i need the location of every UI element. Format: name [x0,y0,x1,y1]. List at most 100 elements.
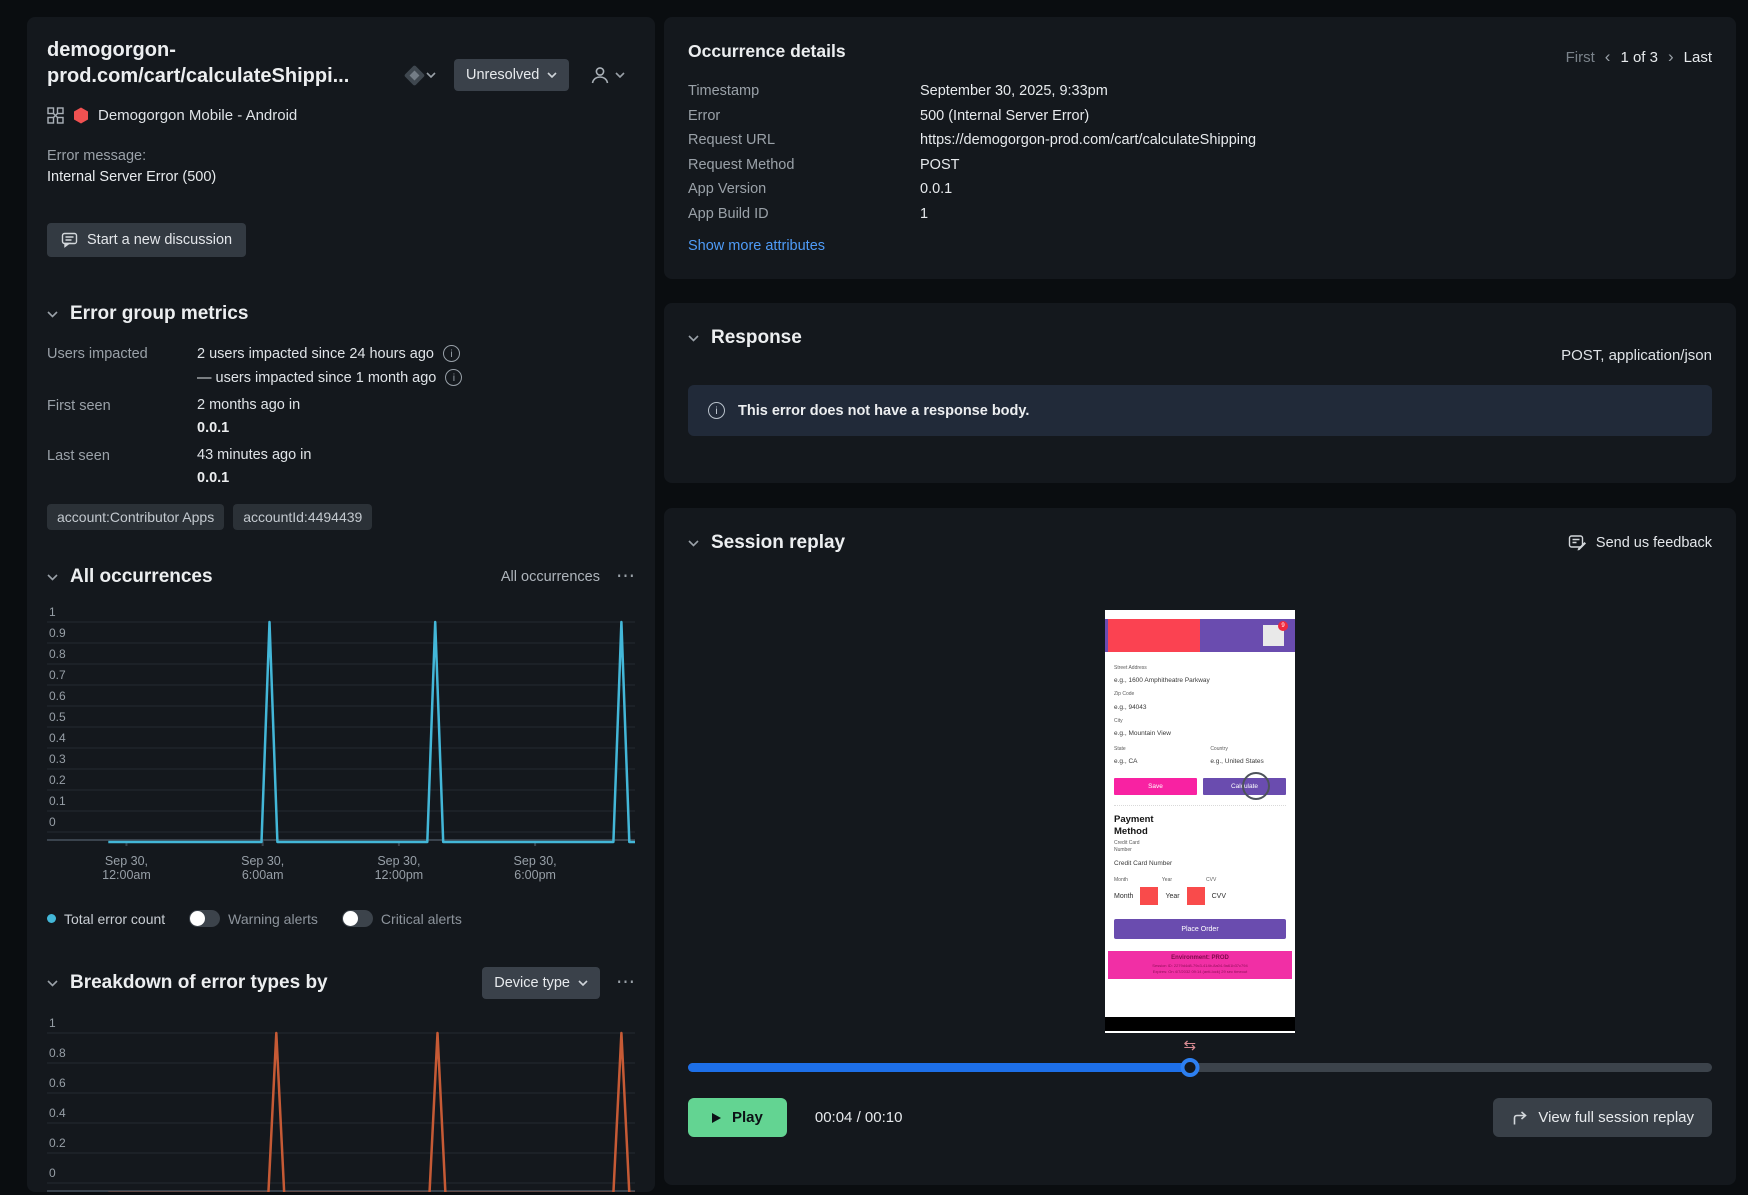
zip-input: e.g., 94043 [1114,703,1147,711]
show-more-attributes-link[interactable]: Show more attributes [688,238,825,254]
feedback-icon [1568,535,1586,551]
users-impacted-label: Users impacted [47,346,148,362]
country-input: e.g., United States [1210,758,1264,765]
svg-text:0.8: 0.8 [49,1046,66,1060]
phone-env-footer: Environment: PROD Session ID: 2279d4d8-7… [1108,951,1292,980]
svg-text:1: 1 [49,606,56,619]
street-label: Street Address [1114,665,1147,671]
response-card: Response POST, application/json i This e… [664,303,1736,483]
last-seen-version: 0.0.1 [197,470,230,486]
project-row: Demogorgon Mobile - Android [47,107,635,124]
session-replay-heading: Session replay [711,532,846,553]
phone-nav-bar [1105,1017,1295,1031]
svg-text:0.9: 0.9 [49,626,66,640]
last-seen-label: Last seen [47,448,110,464]
device-type-dropdown[interactable]: Device type [482,967,600,999]
more-options-icon[interactable]: ⋯ [616,973,635,992]
session-replay-card: Session replay Send us feedback 9 Street… [664,508,1736,1185]
assignee-dropdown[interactable] [589,64,625,86]
start-discussion-button[interactable]: Start a new discussion [47,223,247,257]
pagination-first[interactable]: First [1566,49,1595,66]
scrubber-thumb[interactable] [1180,1058,1200,1077]
svg-text:0.3: 0.3 [49,752,66,766]
info-icon[interactable]: i [442,345,460,362]
play-button[interactable]: Play [688,1098,787,1137]
attr-label: App Build ID [688,205,769,222]
svg-text:0.2: 0.2 [49,773,66,787]
attr-value: September 30, 2025, 9:33pm [920,83,1108,99]
chevron-down-icon [615,72,625,78]
replay-scrubber[interactable] [688,1058,1712,1077]
attr-value: 1 [920,205,929,222]
occurrence-pagination: First ‹ 1 of 3 › Last [1566,47,1712,67]
warning-alerts-toggle[interactable] [189,910,221,927]
collapse-chevron-icon[interactable] [47,979,58,987]
environment-label: Environment: PROD [1171,955,1229,962]
attr-value: https://demogorgon-prod.com/cart/calcula… [920,132,1257,148]
tag-account[interactable]: account:Contributor Apps [47,504,225,530]
occurrence-details-card: Occurrence details First ‹ 1 of 3 › Last… [664,17,1736,279]
collapse-chevron-icon[interactable] [47,310,58,318]
svg-text:Sep 30,6:00pm: Sep 30, 6:00pm [514,854,557,882]
street-input: e.g., 1600 Amphitheatre Parkway [1114,677,1210,685]
tag-account-id[interactable]: accountId:4494439 [233,504,373,530]
priority-dropdown[interactable] [403,64,436,86]
info-icon[interactable]: i [445,369,463,386]
chart-legend: Total error count Warning alerts Critica… [47,910,635,927]
attr-label: Timestamp [688,83,760,99]
pagination-next-icon[interactable]: › [1668,47,1674,67]
attr-label: Request URL [688,132,776,148]
send-feedback-button[interactable]: Send us feedback [1568,534,1712,552]
session-replay-screen: 9 Street Address e.g., 1600 Amphitheatre… [1105,610,1295,1033]
svg-text:Sep 30,6:00am: Sep 30, 6:00am [241,854,284,882]
collapse-chevron-icon[interactable] [688,334,699,342]
svg-text:0: 0 [49,1166,56,1180]
tags-row: account:Contributor Apps accountId:44944… [47,504,635,530]
svg-text:0.6: 0.6 [49,1076,66,1090]
person-icon [592,67,609,84]
occurrences-filter-dropdown[interactable]: All occurrences [501,569,600,585]
session-meta-line: Expires: On 4/7/2032 09:14 (anti-lock) 2… [1152,969,1248,975]
pagination-last[interactable]: Last [1684,49,1712,66]
scrubber-progress [688,1063,1190,1072]
broken-image-placeholder [1140,887,1159,906]
more-options-icon[interactable]: ⋯ [616,567,635,586]
critical-alerts-toggle[interactable] [341,910,373,927]
legend-total-label: Total error count [64,910,166,927]
speech-bubble-icon [61,232,78,248]
error-message-label: Error message: [47,148,147,164]
country-label: Country [1210,745,1228,752]
pagination-prev-icon[interactable]: ‹ [1605,47,1611,67]
project-name: Demogorgon Mobile - Android [98,107,298,124]
response-notice-text: This error does not have a response body… [738,402,1030,419]
city-input: e.g., Mountain View [1114,729,1171,737]
hexagon-severity-icon [74,107,88,124]
pagination-current: 1 of 3 [1620,48,1658,66]
view-full-replay-button[interactable]: View full session replay [1493,1098,1712,1137]
occurrence-details-heading: Occurrence details [688,41,846,61]
svg-text:0.7: 0.7 [49,668,66,682]
status-dropdown[interactable]: Unresolved [454,59,570,91]
svg-text:Sep 30,12:00pm: Sep 30, 12:00pm [375,854,424,882]
users-impacted-24h: 2 users impacted since 24 hours ago [197,345,434,362]
error-title: demogorgon-prod.com/cart/calculateShippi… [47,39,350,87]
cart-icon: 9 [1263,621,1288,646]
attr-label: Request Method [688,156,795,173]
first-seen-value: 2 months ago in [197,397,301,413]
replay-time: 00:04 / 00:10 [814,1109,903,1126]
svg-text:0.4: 0.4 [49,731,66,745]
attr-label: Error [688,107,721,124]
play-icon [712,1112,721,1123]
collapse-chevron-icon[interactable] [47,573,58,581]
phone-banner-image [1108,619,1200,652]
collapse-chevron-icon[interactable] [688,539,699,547]
legend-warning-label: Warning alerts [228,910,318,927]
svg-text:1: 1 [49,1017,56,1030]
svg-text:Sep 30,12:00am: Sep 30, 12:00am [102,854,151,882]
svg-text:0.8: 0.8 [49,647,66,661]
attr-value: 0.0.1 [920,181,953,197]
cc-input: Credit Card Number [1114,860,1173,868]
first-seen-label: First seen [47,398,111,414]
chevron-down-icon [547,72,557,78]
metrics-heading: Error group metrics [70,303,249,324]
